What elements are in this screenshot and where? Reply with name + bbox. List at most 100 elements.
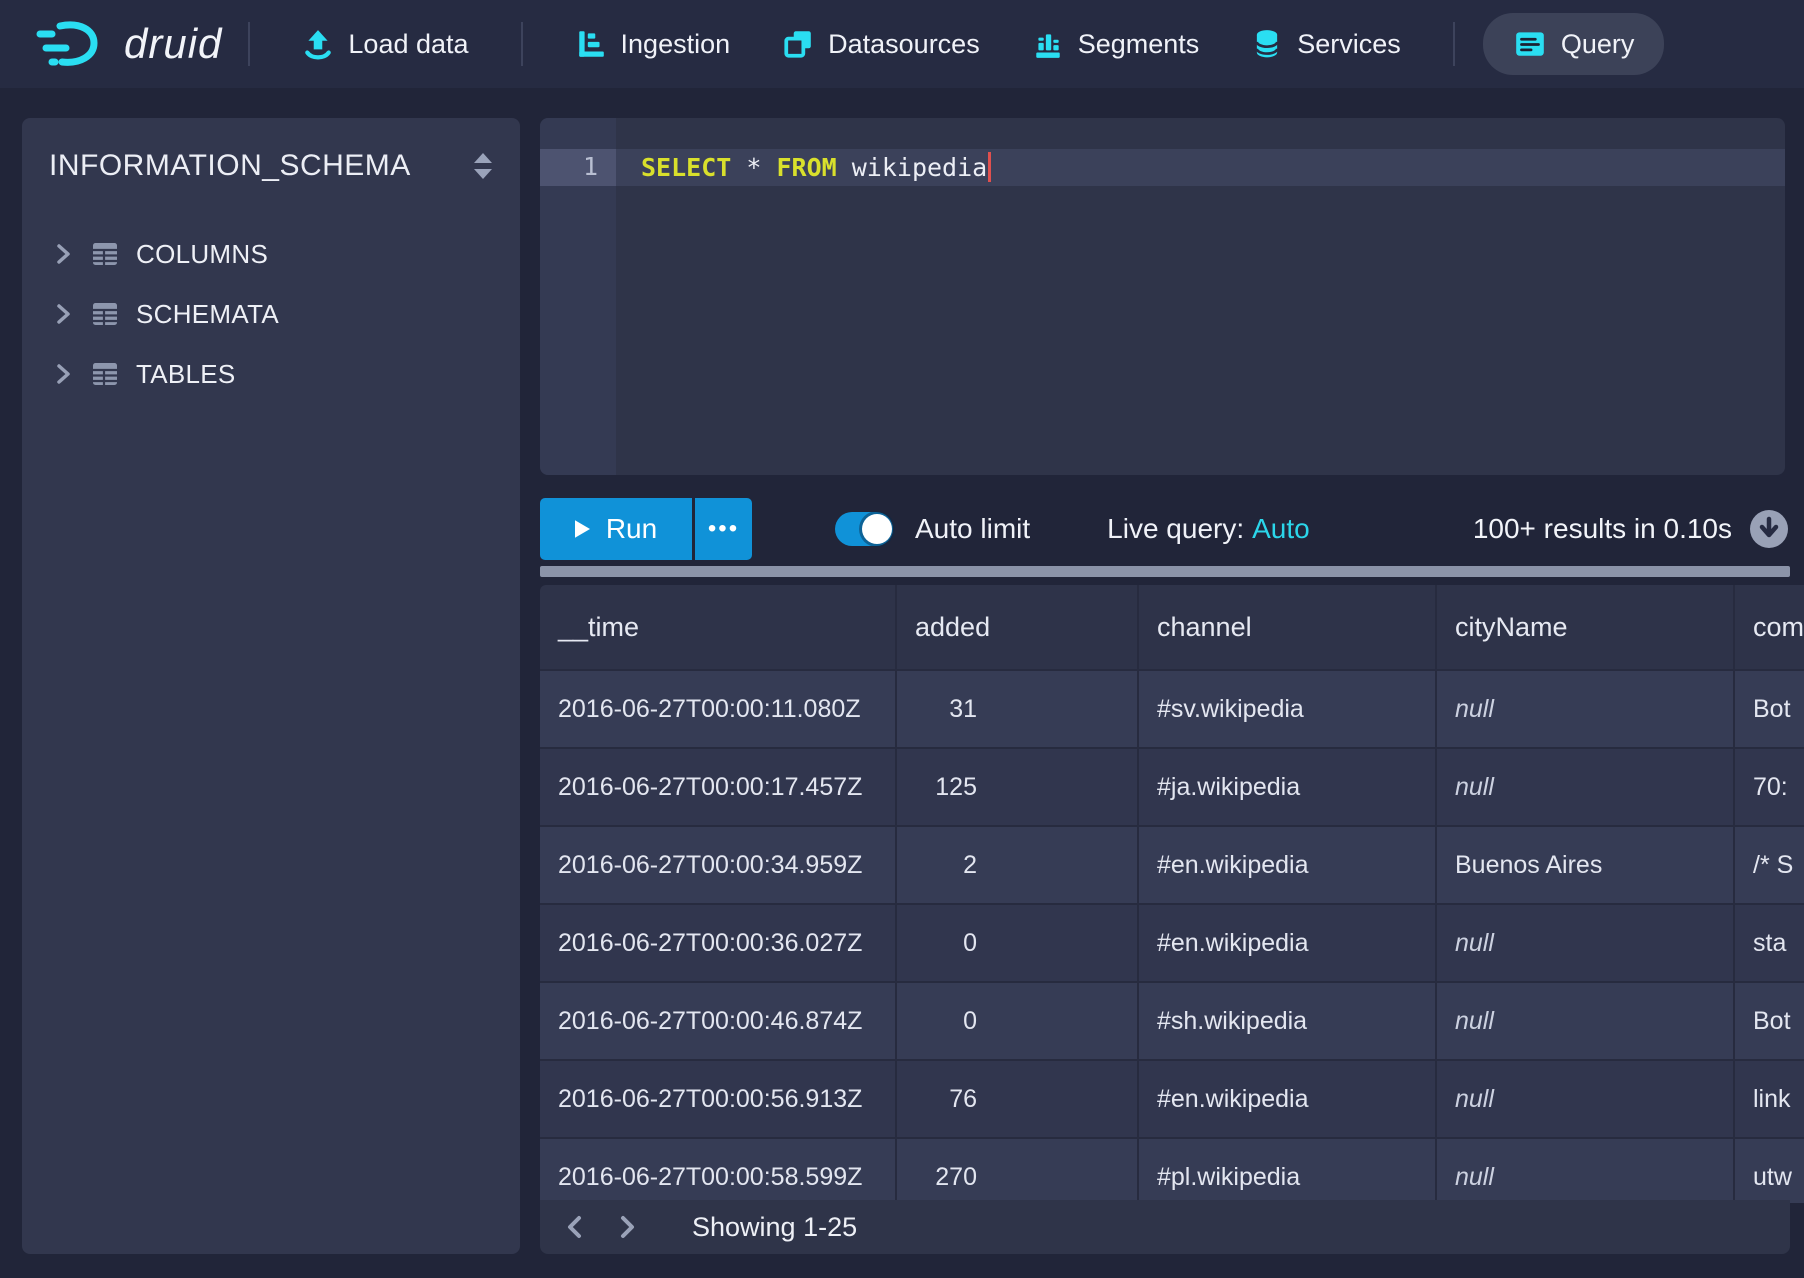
- sidebar-item-tables[interactable]: TABLES: [22, 344, 520, 404]
- next-page-button[interactable]: [610, 1210, 644, 1244]
- sql-code-line[interactable]: SELECT * FROM wikipedia: [641, 152, 991, 182]
- column-header-cityname[interactable]: cityName: [1437, 585, 1735, 669]
- datasources-icon: [782, 28, 814, 60]
- cell-comment: sta: [1735, 903, 1804, 981]
- pagination-bar: Showing 1-25: [540, 1200, 1790, 1254]
- cell-comment: Bot: [1735, 669, 1804, 747]
- nav-item-label: Query: [1561, 29, 1635, 60]
- nav-item-datasources[interactable]: Datasources: [758, 14, 1004, 74]
- cell-time: 2016-06-27T00:00:56.913Z: [540, 1059, 897, 1137]
- cell-time: 2016-06-27T00:00:46.874Z: [540, 981, 897, 1059]
- play-icon: [575, 520, 590, 538]
- navbar-divider: [521, 22, 523, 66]
- cell-channel: #en.wikipedia: [1139, 825, 1437, 903]
- cell-cityname: null: [1437, 981, 1735, 1059]
- nav-item-ingestion[interactable]: Ingestion: [551, 14, 755, 74]
- run-button-label: Run: [606, 513, 657, 545]
- column-header-comment[interactable]: comment: [1735, 585, 1804, 669]
- chevron-right-icon: [52, 362, 74, 386]
- table-row: 2016-06-27T00:00:46.874Z 0 #sh.wikipedia…: [540, 981, 1804, 1059]
- cell-comment: link: [1735, 1059, 1804, 1137]
- column-header-channel[interactable]: channel: [1139, 585, 1437, 669]
- cell-added: 76: [897, 1059, 1139, 1137]
- chevron-right-icon: [614, 1213, 640, 1241]
- schema-sidebar: INFORMATION_SCHEMA COLUMNS: [22, 118, 520, 1254]
- download-icon: [1748, 508, 1790, 550]
- nav-item-load-data[interactable]: Load data: [278, 14, 492, 74]
- sidebar-item-schemata[interactable]: SCHEMATA: [22, 284, 520, 344]
- auto-limit-toggle[interactable]: [835, 512, 893, 546]
- pagination-label: Showing 1-25: [692, 1212, 857, 1243]
- services-icon: [1251, 28, 1283, 60]
- nav-item-query[interactable]: Query: [1483, 13, 1665, 75]
- cell-cityname: null: [1437, 903, 1735, 981]
- schema-sidebar-header: INFORMATION_SCHEMA: [22, 118, 520, 184]
- query-icon: [1513, 28, 1547, 60]
- sql-editor[interactable]: 1 SELECT * FROM wikipedia: [540, 118, 1785, 475]
- table-icon: [90, 299, 120, 329]
- results-table-inner: __time added channel cityName comment 20…: [540, 585, 1804, 1203]
- sidebar-item-label: TABLES: [136, 359, 236, 390]
- prev-page-button[interactable]: [558, 1210, 592, 1244]
- navbar-divider: [1453, 22, 1455, 66]
- results-table: __time added channel cityName comment 20…: [540, 585, 1804, 1203]
- druid-logo[interactable]: druid: [36, 16, 222, 72]
- toggle-knob: [862, 514, 892, 544]
- nav-item-label: Ingestion: [621, 29, 731, 60]
- cell-added: 125: [897, 747, 1139, 825]
- brand-text: druid: [124, 20, 222, 68]
- cell-time: 2016-06-27T00:00:17.457Z: [540, 747, 897, 825]
- cell-comment: Bot: [1735, 981, 1804, 1059]
- nav-items: Load data Ingestion Datasources: [276, 13, 1666, 75]
- nav-item-label: Load data: [348, 29, 468, 60]
- cell-comment: utw: [1735, 1137, 1804, 1203]
- cell-added: 2: [897, 825, 1139, 903]
- schema-tree: COLUMNS SCHEMATA TABLES: [22, 224, 520, 404]
- cell-time: 2016-06-27T00:00:11.080Z: [540, 669, 897, 747]
- nav-item-services[interactable]: Services: [1227, 14, 1425, 74]
- sql-token: *: [731, 153, 776, 182]
- load-data-icon: [302, 28, 334, 60]
- ingestion-icon: [575, 28, 607, 60]
- sidebar-item-columns[interactable]: COLUMNS: [22, 224, 520, 284]
- cell-comment: 70:: [1735, 747, 1804, 825]
- cell-time: 2016-06-27T00:00:58.599Z: [540, 1137, 897, 1203]
- cell-channel: #sv.wikipedia: [1139, 669, 1437, 747]
- nav-item-segments[interactable]: Segments: [1008, 14, 1224, 74]
- cell-channel: #ja.wikipedia: [1139, 747, 1437, 825]
- column-header-time[interactable]: __time: [540, 585, 897, 669]
- schema-title: INFORMATION_SCHEMA: [49, 149, 411, 183]
- line-number: 1: [540, 152, 598, 181]
- table-icon: [90, 359, 120, 389]
- cell-channel: #sh.wikipedia: [1139, 981, 1437, 1059]
- toolbar-right: 100+ results in 0.10s: [1473, 508, 1790, 550]
- run-more-button[interactable]: •••: [695, 498, 752, 560]
- run-button[interactable]: Run: [540, 498, 692, 560]
- results-summary: 100+ results in 0.10s: [1473, 513, 1732, 545]
- table-icon: [90, 239, 120, 269]
- horizontal-scrollbar[interactable]: [540, 566, 1790, 577]
- live-query: Live query: Auto: [1107, 513, 1310, 545]
- live-query-value[interactable]: Auto: [1252, 513, 1310, 544]
- cell-cityname: null: [1437, 747, 1735, 825]
- sidebar-item-label: COLUMNS: [136, 239, 268, 270]
- sidebar-item-label: SCHEMATA: [136, 299, 279, 330]
- cell-added: 0: [897, 981, 1139, 1059]
- column-header-added[interactable]: added: [897, 585, 1139, 669]
- cell-cityname: Buenos Aires: [1437, 825, 1735, 903]
- live-query-label: Live query:: [1107, 513, 1244, 544]
- nav-item-label: Services: [1297, 29, 1401, 60]
- download-button[interactable]: [1748, 508, 1790, 550]
- text-cursor: [988, 152, 991, 182]
- navbar-divider: [248, 22, 250, 66]
- table-row: 2016-06-27T00:00:34.959Z 2 #en.wikipedia…: [540, 825, 1804, 903]
- cell-added: 270: [897, 1137, 1139, 1203]
- table-row: 2016-06-27T00:00:11.080Z 31 #sv.wikipedi…: [540, 669, 1804, 747]
- table-row: 2016-06-27T00:00:56.913Z 76 #en.wikipedi…: [540, 1059, 1804, 1137]
- schema-expander-button[interactable]: [470, 148, 496, 184]
- query-toolbar: Run ••• Auto limit Live query:Auto 100+ …: [540, 497, 1790, 561]
- double-caret-icon: [470, 148, 496, 184]
- table-row: 2016-06-27T00:00:36.027Z 0 #en.wikipedia…: [540, 903, 1804, 981]
- chevron-right-icon: [52, 302, 74, 326]
- cell-channel: #en.wikipedia: [1139, 903, 1437, 981]
